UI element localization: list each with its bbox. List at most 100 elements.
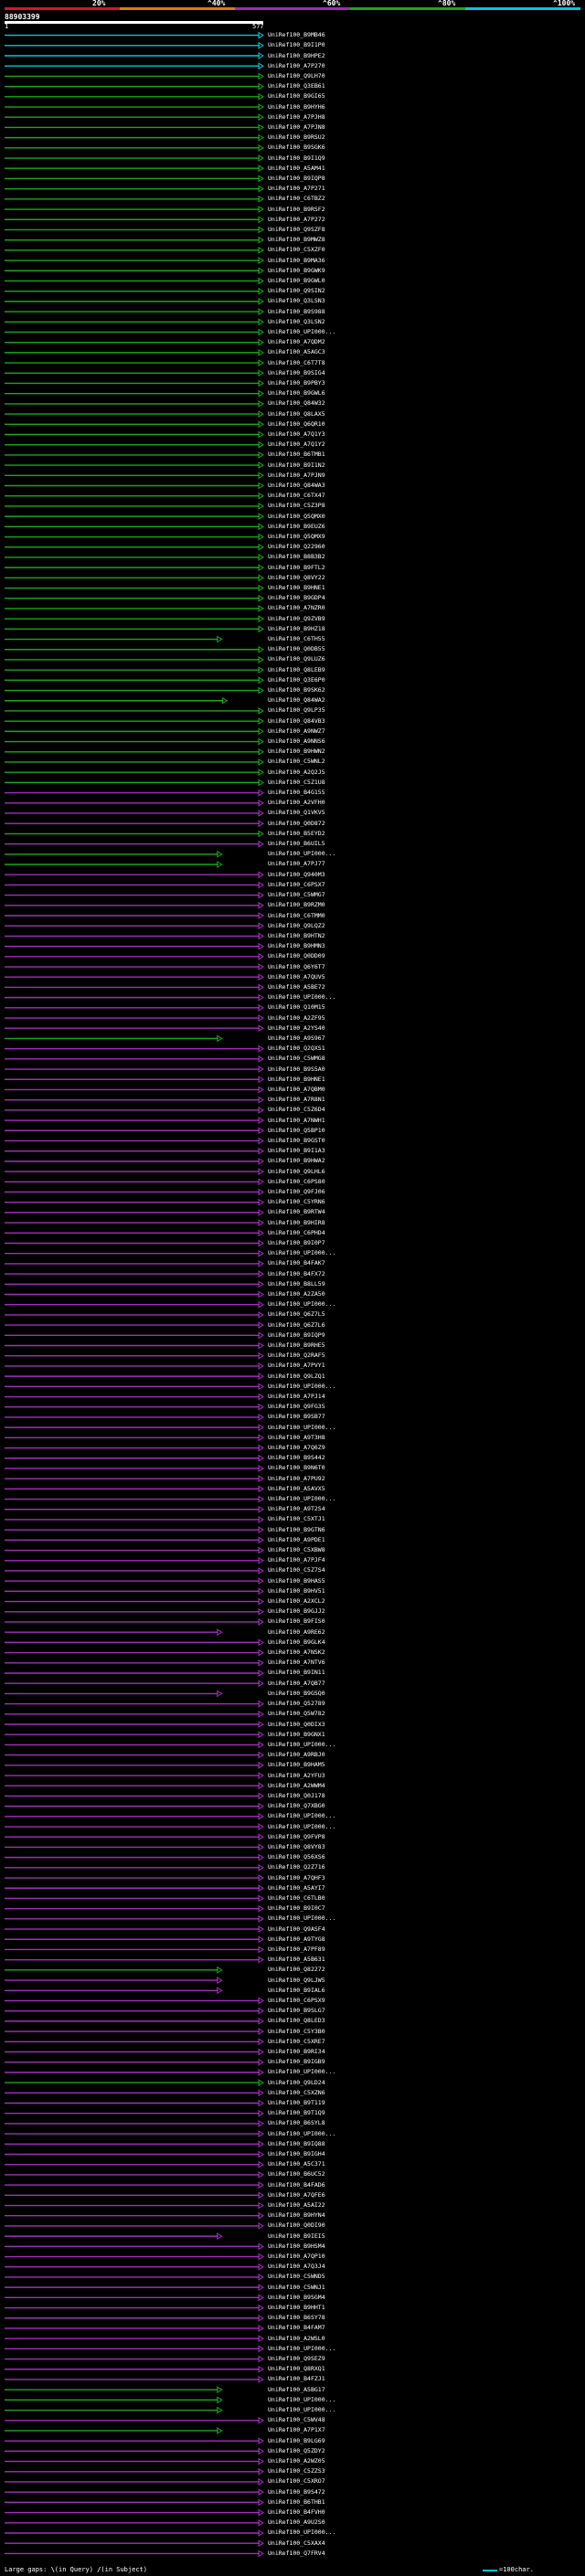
hit-label[interactable]: UniRef100_Q9SZF8 — [268, 226, 325, 233]
hit-label[interactable]: UniRef100_B9GWK9 — [268, 267, 325, 274]
hit-label[interactable]: UniRef100_B9HMN3 — [268, 943, 325, 949]
hit-label[interactable]: UniRef100_B9GJJ2 — [268, 1608, 325, 1615]
hit-label[interactable]: UniRef100_B9HYH6 — [268, 103, 325, 111]
hit-label[interactable]: UniRef100_B9HPE2 — [268, 52, 325, 59]
hit-label[interactable]: UniRef100_A7PU92 — [268, 1475, 325, 1482]
hit-label[interactable]: UniRef100_B9HZ18 — [268, 625, 325, 632]
hit-label[interactable]: UniRef100_A9T2S4 — [268, 1506, 325, 1512]
hit-label[interactable]: UniRef100_B9I1Q9 — [268, 154, 325, 162]
hit-label[interactable]: UniRef100_B9HNE1 — [268, 585, 325, 591]
hit-label[interactable]: UniRef100_B8B3B2 — [268, 554, 325, 560]
hit-label[interactable]: UniRef100_B9RHE5 — [268, 1342, 325, 1349]
hit-label[interactable]: UniRef100_A2Q2J5 — [268, 769, 325, 776]
hit-label[interactable]: UniRef100_C6TX47 — [268, 493, 325, 499]
hit-label[interactable]: UniRef100_A9PDE1 — [268, 1536, 325, 1543]
hit-label[interactable]: UniRef100_B4FAM7 — [268, 2325, 325, 2331]
hit-label[interactable]: UniRef100_B9RTW4 — [268, 1209, 325, 1215]
hit-label[interactable]: UniRef100_B9I1N2 — [268, 461, 325, 469]
hit-label[interactable]: UniRef100_A7QHF3 — [268, 1874, 325, 1882]
hit-label[interactable]: UniRef100_C6T7T8 — [268, 359, 325, 366]
hit-label[interactable]: UniRef100_C5XRO7 — [268, 2478, 325, 2485]
hit-label[interactable]: UniRef100_Q9SEZ9 — [268, 2356, 325, 2362]
hit-label[interactable]: UniRef100_B9HV51 — [268, 1587, 325, 1595]
hit-label[interactable]: UniRef100_B6UIL5 — [268, 841, 325, 847]
hit-label[interactable]: UniRef100_C5Z1U8 — [268, 779, 325, 786]
hit-label[interactable]: UniRef100_A2VFH0 — [268, 800, 325, 806]
hit-label[interactable]: UniRef100_Q84VB3 — [268, 717, 325, 725]
hit-label[interactable]: UniRef100_Q2QXS1 — [268, 1045, 325, 1052]
hit-label[interactable]: UniRef100_A2XCL2 — [268, 1598, 325, 1605]
hit-label[interactable]: UniRef100_B6TMB1 — [268, 451, 325, 458]
hit-label[interactable]: UniRef100_Q8LED3 — [268, 2018, 325, 2024]
hit-label[interactable]: UniRef100_A7P272 — [268, 216, 325, 223]
hit-label[interactable]: UniRef100_Q9SIN2 — [268, 288, 325, 294]
hit-label[interactable]: UniRef100_Q8VY83 — [268, 1843, 325, 1850]
hit-label[interactable]: UniRef100_A7PF89 — [268, 1945, 325, 1953]
hit-label[interactable]: UniRef100_A7NZR0 — [268, 605, 325, 611]
hit-label[interactable]: UniRef100_A7Q3J4 — [268, 2263, 325, 2270]
hit-label[interactable]: UniRef100_Q9FVP8 — [268, 1833, 325, 1840]
hit-label[interactable]: UniRef100_C6PSX9 — [268, 1997, 325, 2004]
hit-label[interactable]: UniRef100_Q5W782 — [268, 1711, 325, 1717]
hit-label[interactable]: UniRef100_Q9LQZ2 — [268, 922, 325, 929]
hit-label[interactable]: UniRef100_Q2RAF5 — [268, 1352, 325, 1359]
hit-label[interactable]: UniRef100_B9IGH4 — [268, 2151, 325, 2157]
hit-label[interactable]: UniRef100_B9HAS5 — [268, 1577, 325, 1585]
hit-label[interactable]: UniRef100_Q3LSN3 — [268, 298, 325, 304]
hit-label[interactable]: UniRef100_UPI000... — [268, 2345, 335, 2352]
hit-label[interactable]: UniRef100_A7Q6Z9 — [268, 1445, 325, 1451]
hit-label[interactable]: UniRef100_A7PJ14 — [268, 1394, 325, 1400]
hit-label[interactable]: UniRef100_B9GNX1 — [268, 1731, 325, 1738]
hit-label[interactable]: UniRef100_A9RE62 — [268, 1628, 325, 1636]
hit-label[interactable]: UniRef100_B9HWN2 — [268, 748, 325, 755]
hit-label[interactable]: UniRef100_A2WSL0 — [268, 2335, 325, 2342]
hit-label[interactable]: UniRef100_B4FVH0 — [268, 2509, 325, 2516]
hit-label[interactable]: UniRef100_C5XAX4 — [268, 2539, 325, 2547]
hit-label[interactable]: UniRef100_A7PJN8 — [268, 123, 325, 131]
hit-label[interactable]: UniRef100_Q0J178 — [268, 1792, 325, 1799]
hit-label[interactable]: UniRef100_C5ZZS3 — [268, 2468, 325, 2475]
hit-label[interactable]: UniRef100_Q1VKV5 — [268, 810, 325, 816]
hit-label[interactable]: UniRef100_Q3LSN2 — [268, 318, 325, 325]
hit-label[interactable]: UniRef100_B4FZJ1 — [268, 2376, 325, 2382]
hit-label[interactable]: UniRef100_Q9FJ06 — [268, 1188, 325, 1195]
hit-label[interactable]: UniRef100_C5YRN6 — [268, 1199, 325, 1205]
hit-label[interactable]: UniRef100_A9NNS6 — [268, 738, 325, 745]
hit-label[interactable]: UniRef100_A5AVX5 — [268, 1485, 325, 1492]
hit-label[interactable]: UniRef100_B9HWA2 — [268, 1158, 325, 1164]
hit-label[interactable]: UniRef100_UPI000... — [268, 2396, 335, 2403]
hit-label[interactable]: UniRef100_UPI000... — [268, 328, 335, 335]
hit-label[interactable]: UniRef100_B9IN11 — [268, 1670, 325, 1676]
hit-label[interactable]: UniRef100_C5WND5 — [268, 2274, 325, 2280]
hit-label[interactable]: UniRef100_C5WMG7 — [268, 892, 325, 898]
hit-label[interactable]: UniRef100_A2WWM4 — [268, 1782, 325, 1789]
hit-label[interactable]: UniRef100_Q6Z7L6 — [268, 1321, 325, 1329]
hit-label[interactable]: UniRef100_B9N6T0 — [268, 1465, 325, 1471]
hit-label[interactable]: UniRef100_A7QUV5 — [268, 973, 325, 981]
hit-label[interactable]: UniRef100_Q0DI90 — [268, 2222, 325, 2229]
hit-label[interactable]: UniRef100_C5XRE7 — [268, 2038, 325, 2045]
hit-label[interactable]: UniRef100_C6PHD4 — [268, 1229, 325, 1236]
hit-label[interactable]: UniRef100_Q0D872 — [268, 820, 325, 827]
hit-label[interactable]: UniRef100_B9IQP9 — [268, 1331, 325, 1339]
hit-label[interactable]: UniRef100_A7P270 — [268, 62, 325, 69]
hit-label[interactable]: UniRef100_B9HAM5 — [268, 1762, 325, 1768]
hit-label[interactable]: UniRef100_Q82272 — [268, 1966, 325, 1973]
hit-label[interactable]: UniRef100_A5AYI7 — [268, 1884, 325, 1892]
hit-label[interactable]: UniRef100_C5XZN6 — [268, 2089, 325, 2096]
hit-label[interactable]: UniRef100_B4FX72 — [268, 1270, 325, 1277]
hit-label[interactable]: UniRef100_C5XTJ1 — [268, 1516, 325, 1522]
hit-label[interactable]: UniRef100_B9HHT1 — [268, 2305, 325, 2311]
hit-label[interactable]: UniRef100_A7PJN9 — [268, 472, 325, 479]
hit-label[interactable]: UniRef100_A7NSK2 — [268, 1649, 325, 1656]
hit-label[interactable]: UniRef100_B9IQ88 — [268, 2140, 325, 2147]
hit-label[interactable]: UniRef100_C5WMG8 — [268, 1055, 325, 1062]
hit-label[interactable]: UniRef100_A7QDM2 — [268, 339, 325, 345]
hit-label[interactable]: UniRef100_B9LG69 — [268, 2437, 325, 2444]
hit-label[interactable]: UniRef100_A7QP10 — [268, 2253, 325, 2260]
hit-label[interactable]: UniRef100_A7P1X7 — [268, 2427, 325, 2433]
hit-label[interactable]: UniRef100_B9I0C7 — [268, 1905, 325, 1912]
hit-label[interactable]: UniRef100_C6TLB0 — [268, 1894, 325, 1902]
hit-label[interactable]: UniRef100_A5BE72 — [268, 983, 325, 991]
hit-label[interactable]: UniRef100_B9HTN2 — [268, 932, 325, 939]
